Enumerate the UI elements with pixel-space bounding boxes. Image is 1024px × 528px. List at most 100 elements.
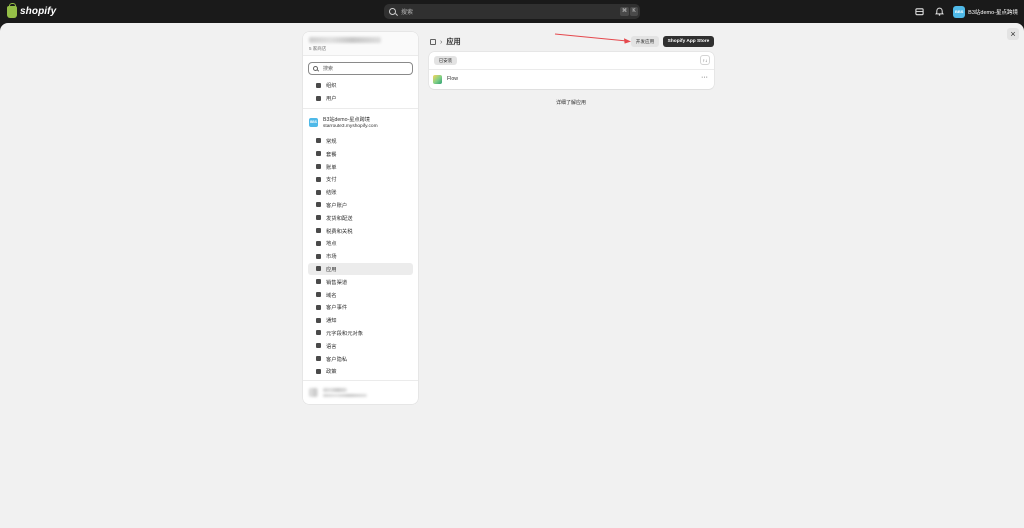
chevron-right-icon: › — [440, 38, 443, 46]
policy-icon — [316, 368, 321, 374]
sidebar-item-label: 常规 — [326, 138, 337, 145]
breadcrumb: › 应用 — [430, 36, 461, 48]
sidebar-item-sales-channels[interactable]: 销售渠道 — [308, 275, 413, 288]
sidebar-item-label: 发货和配送 — [326, 215, 353, 222]
store-count: 5 家商店 — [309, 46, 327, 51]
learn-more-link[interactable]: 详细了解应用 — [556, 99, 586, 106]
current-store[interactable]: BBS B3站demo-星点跨境 starroute3.myshopify.co… — [303, 112, 418, 133]
sidebar-item-users[interactable]: 用户 — [308, 92, 413, 105]
sidebar-item-label: 客户账户 — [326, 202, 348, 209]
sidebar-item-policies[interactable]: 政策 — [308, 365, 413, 378]
settings-sidebar: 5 家商店 搜索 组织 用户 BBS B3站demo-星点跨境 starrout… — [303, 32, 418, 404]
sidebar-item-customer-accounts[interactable]: 客户账户 — [308, 199, 413, 212]
sidebar-item-customer-events[interactable]: 客户事件 — [308, 301, 413, 314]
sidebar-item-label: 套餐 — [326, 151, 337, 158]
shopify-logo[interactable]: shopify — [7, 2, 56, 19]
sidebar-item-label: 销售渠道 — [326, 279, 348, 286]
sidebar-item-label: 账单 — [326, 164, 337, 171]
organization-name-blurred — [309, 37, 381, 43]
user-name-blurred — [323, 388, 347, 392]
sidebar-item-label: 组织 — [326, 83, 337, 90]
sidebar-item-organization[interactable]: 组织 — [308, 79, 413, 92]
store-settings-nav: 常规 套餐 账单 支付 结账 客户账户 发货和配送 税费和关税 地点 市场 应用… — [303, 135, 418, 378]
sidebar-item-label: 语言 — [326, 343, 337, 350]
sidebar-item-customer-privacy[interactable]: 客户隐私 — [308, 352, 413, 365]
sort-button[interactable]: ↑↓ — [700, 55, 710, 65]
user-avatar — [309, 388, 318, 397]
sidebar-item-label: 域名 — [326, 292, 337, 299]
sidebar-item-apps[interactable]: 应用 — [308, 262, 413, 276]
store-switcher[interactable]: BBS B3站demo-星点跨境 — [953, 5, 1018, 18]
more-actions-icon[interactable]: ··· — [701, 73, 708, 83]
page-title: 应用 — [446, 37, 461, 46]
search-icon — [389, 8, 396, 15]
plan-icon — [316, 151, 321, 157]
user-email-blurred — [323, 394, 367, 397]
sidebar-item-label: 地点 — [326, 241, 337, 248]
sidebar-item-plan[interactable]: 套餐 — [308, 147, 413, 160]
installed-filter-tab[interactable]: 已安装 — [434, 56, 457, 65]
store-icon — [316, 138, 321, 144]
sidebar-item-label: 政策 — [326, 369, 337, 376]
account-footer[interactable] — [303, 380, 418, 404]
sidebar-item-markets[interactable]: 市场 — [308, 250, 413, 263]
sort-icon: ↑↓ — [702, 57, 708, 63]
sidebar-item-label: 通知 — [326, 318, 337, 325]
sidebar-item-label: 客户隐私 — [326, 356, 348, 363]
sidebar-item-languages[interactable]: 语言 — [308, 339, 413, 352]
channels-icon — [316, 279, 321, 285]
domain-icon — [316, 292, 321, 298]
sidebar-item-taxes[interactable]: 税费和关税 — [308, 224, 413, 237]
top-bar: shopify 搜索 ⌘ K BBS B3站demo-星点跨境 — [0, 0, 1024, 23]
users-icon — [316, 95, 321, 101]
top-right-actions: BBS B3站demo-星点跨境 — [913, 4, 1018, 19]
sidebar-item-notifications[interactable]: 通知 — [308, 314, 413, 327]
divider — [429, 69, 714, 70]
kbd-k: K — [630, 7, 638, 16]
close-icon: × — [1010, 29, 1016, 39]
lock-icon — [316, 356, 321, 362]
sidebar-item-label: 应用 — [326, 266, 337, 273]
search-placeholder: 搜索 — [401, 10, 414, 16]
sidebar-item-billing[interactable]: 账单 — [308, 160, 413, 173]
globe-icon — [316, 253, 321, 259]
app-row-flow[interactable]: Flow ··· — [433, 73, 710, 85]
shopify-bag-icon — [7, 2, 17, 18]
sidebar-item-label: 税费和关税 — [326, 228, 353, 235]
sidebar-item-domains[interactable]: 域名 — [308, 288, 413, 301]
flow-icon — [433, 74, 442, 84]
annotation-arrow — [554, 33, 631, 44]
apps-icon[interactable] — [430, 39, 436, 45]
close-button[interactable]: × — [1007, 28, 1019, 40]
sidebar-item-label: 结账 — [326, 190, 337, 197]
store-inbox-icon[interactable] — [913, 6, 925, 18]
store-domain: starroute3.myshopify.com — [323, 123, 378, 129]
bell-icon — [316, 317, 321, 323]
payment-icon — [316, 176, 321, 182]
settings-search-input[interactable]: 搜索 — [308, 62, 413, 75]
person-icon — [316, 202, 321, 208]
kbd-cmd: ⌘ — [620, 7, 629, 16]
billing-icon — [316, 164, 321, 170]
shopify-app-store-button[interactable]: Shopify App Store — [663, 36, 714, 47]
sidebar-item-metafields[interactable]: 元字段和元对象 — [308, 327, 413, 340]
sidebar-item-locations[interactable]: 地点 — [308, 237, 413, 250]
global-search[interactable]: 搜索 ⌘ K — [384, 4, 640, 19]
apps-icon — [316, 266, 321, 272]
cart-icon — [316, 189, 321, 195]
sidebar-item-payments[interactable]: 支付 — [308, 173, 413, 186]
tax-icon — [316, 228, 321, 234]
org-nav: 组织 用户 — [303, 79, 418, 105]
organization-header[interactable]: 5 家商店 — [303, 32, 418, 56]
settings-panel — [0, 23, 1024, 528]
sidebar-item-general[interactable]: 常规 — [308, 135, 413, 148]
sidebar-item-label: 支付 — [326, 177, 337, 184]
develop-apps-button[interactable]: 开发应用 — [631, 36, 659, 47]
search-icon — [313, 66, 318, 71]
notification-bell-icon[interactable] — [933, 6, 945, 18]
installed-apps-card: 已安装 ↑↓ Flow ··· — [429, 52, 714, 89]
app-name: Flow — [447, 76, 458, 82]
sidebar-item-checkout[interactable]: 结账 — [308, 186, 413, 199]
sidebar-item-shipping[interactable]: 发货和配送 — [308, 211, 413, 224]
sidebar-item-label: 用户 — [326, 96, 337, 103]
